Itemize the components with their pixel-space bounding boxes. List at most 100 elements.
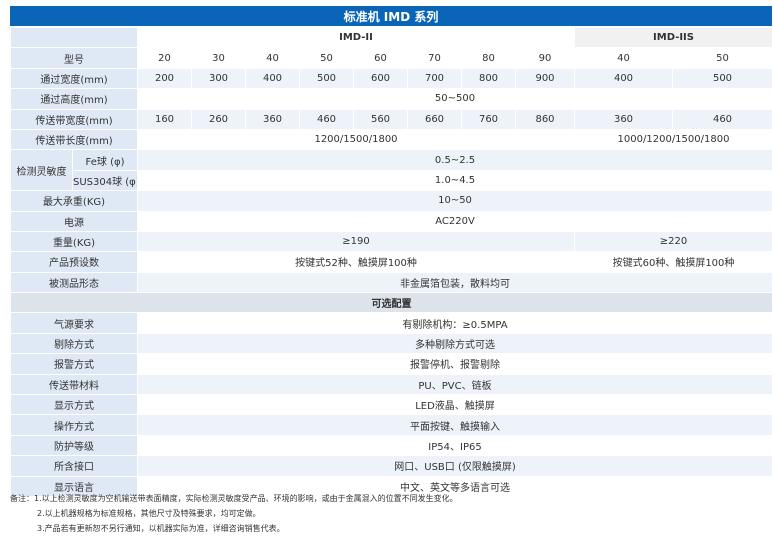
row-sensitivity-fe: 检测灵敏度 Fe球 (φ) 0.5~2.5 bbox=[10, 149, 773, 192]
cell-value: 400 bbox=[245, 67, 300, 90]
cell-value: 1.0~4.5 bbox=[136, 169, 773, 192]
option-row: 防护等级 IP54、IP65 bbox=[10, 434, 773, 457]
row-presets: 产品预设数 按键式52种、触摸屏100种 按键式60种、触摸屏100种 bbox=[10, 251, 773, 273]
footnote: 3.产品若有更新恕不另行通知，以机器实际为准，详细咨询销售代表。 bbox=[37, 524, 285, 533]
cell-value: 760 bbox=[461, 108, 516, 130]
cell-value: 260 bbox=[191, 108, 246, 130]
cell-value: 700 bbox=[407, 67, 462, 90]
cell-value: 460 bbox=[299, 108, 354, 130]
cell-value: 20 bbox=[137, 47, 192, 69]
cell-value: 660 bbox=[407, 108, 462, 130]
cell-value: 按键式60种、触摸屏100种 bbox=[573, 251, 773, 273]
footnote: 2.以上机器规格为标准规格，其他尺寸及特殊要求，均可定做。 bbox=[37, 509, 261, 518]
cell-value: ≥220 bbox=[573, 230, 773, 253]
group-header-blank bbox=[10, 26, 138, 49]
option-label: 防护等级 bbox=[10, 434, 138, 457]
cell-value: AC220V bbox=[136, 210, 773, 232]
cell-value: 70 bbox=[407, 47, 462, 69]
option-value: 报警停机、报警剔除 bbox=[136, 353, 773, 375]
row-product-form: 被测品形态 非金属箔包装，散料均可 bbox=[10, 271, 773, 294]
cell-value: 860 bbox=[515, 108, 575, 130]
option-row: 所含接口 网口、USB口 (仅限触摸屏) bbox=[10, 455, 773, 477]
option-label: 剔除方式 bbox=[10, 332, 138, 355]
option-value: 有剔除机构：≥0.5MPA bbox=[136, 312, 773, 334]
footnotes: 备注：1.以上检测灵敏度为空机输送带表面精度，实际检测灵敏度受产品、环境的影响，… bbox=[10, 491, 770, 536]
cell-value: 90 bbox=[515, 47, 575, 69]
row-weight: 重量(KG) ≥190 ≥220 bbox=[10, 230, 773, 253]
group-imd-iis: IMD-IIS bbox=[573, 26, 773, 49]
row-label: 最大承重(KG) bbox=[10, 190, 138, 212]
cell-value: 0.5~2.5 bbox=[136, 149, 773, 171]
cell-value: 500 bbox=[671, 67, 773, 90]
row-belt-length: 传送带长度(mm) 1200/1500/1800 1000/1200/1500/… bbox=[10, 128, 773, 151]
option-label: 操作方式 bbox=[10, 414, 138, 436]
cell-value: 60 bbox=[353, 47, 408, 69]
cell-value: 900 bbox=[515, 67, 575, 90]
cell-value: ≥190 bbox=[137, 230, 575, 253]
row-label: 通过宽度(mm) bbox=[10, 67, 138, 90]
row-sensitivity-sus: SUS304球 (φ) 1.0~4.5 bbox=[11, 169, 773, 192]
cell-value: 500 bbox=[299, 67, 354, 90]
option-label: 报警方式 bbox=[10, 353, 138, 375]
cell-value: 1200/1500/1800 bbox=[137, 128, 575, 151]
section-header: 可选配置 bbox=[9, 292, 773, 314]
cell-value: 50 bbox=[671, 47, 773, 69]
cell-value: 460 bbox=[671, 108, 773, 130]
option-value: 平面按键、触摸输入 bbox=[136, 414, 773, 436]
table-title: 标准机 IMD 系列 bbox=[10, 6, 772, 26]
cell-value: 600 bbox=[353, 67, 408, 90]
row-pass-height: 通过高度(mm) 50~500 bbox=[10, 88, 773, 110]
cell-value: 200 bbox=[137, 67, 192, 90]
cell-value: 按键式52种、触摸屏100种 bbox=[137, 251, 575, 273]
cell-value: 160 bbox=[137, 108, 192, 130]
row-label: 通过高度(mm) bbox=[10, 88, 138, 110]
cell-value: 50~500 bbox=[136, 88, 773, 110]
option-value: 多种剔除方式可选 bbox=[136, 332, 773, 355]
option-row: 剔除方式 多种剔除方式可选 bbox=[10, 332, 773, 355]
row-pass-width: 通过宽度(mm) 200 300 400 500 600 700 800 900… bbox=[10, 67, 773, 90]
option-label: 气源要求 bbox=[10, 312, 138, 334]
spec-table: IMD-II IMD-IIS 型号 20 30 40 50 60 70 80 9… bbox=[9, 26, 773, 497]
option-row: 报警方式 报警停机、报警剔除 bbox=[10, 353, 773, 375]
sub-label: SUS304球 (φ) bbox=[72, 169, 138, 192]
option-row: 操作方式 平面按键、触摸输入 bbox=[10, 414, 773, 436]
cell-value: 40 bbox=[245, 47, 300, 69]
cell-value: 300 bbox=[191, 67, 246, 90]
group-header-row: IMD-II IMD-IIS bbox=[10, 26, 773, 49]
option-label: 所含接口 bbox=[10, 455, 138, 477]
option-label: 传送带材料 bbox=[10, 373, 138, 396]
cell-value: 80 bbox=[461, 47, 516, 69]
row-label: 被测品形态 bbox=[10, 271, 138, 294]
cell-value: 30 bbox=[191, 47, 246, 69]
cell-value: 560 bbox=[353, 108, 408, 130]
cell-value: 400 bbox=[574, 67, 673, 90]
group-imd-ii: IMD-II bbox=[137, 26, 575, 49]
cell-value: 360 bbox=[245, 108, 300, 130]
option-value: PU、PVC、链板 bbox=[136, 373, 773, 396]
row-label: 重量(KG) bbox=[10, 230, 138, 253]
option-label: 显示方式 bbox=[10, 394, 138, 416]
option-row: 传送带材料 PU、PVC、链板 bbox=[10, 373, 773, 396]
row-power: 电源 AC220V bbox=[10, 210, 773, 232]
row-belt-width: 传送带宽度(mm) 160 260 360 460 560 660 760 86… bbox=[10, 108, 773, 130]
row-label: 型号 bbox=[10, 47, 138, 69]
row-model: 型号 20 30 40 50 60 70 80 90 40 50 bbox=[10, 47, 773, 69]
row-label: 传送带宽度(mm) bbox=[10, 108, 138, 130]
cell-value: 1000/1200/1500/1800 bbox=[573, 128, 773, 151]
row-label: 产品预设数 bbox=[10, 251, 138, 273]
option-row: 气源要求 有剔除机构：≥0.5MPA bbox=[10, 312, 773, 334]
option-value: LED液晶、触摸屏 bbox=[136, 394, 773, 416]
row-label: 电源 bbox=[10, 210, 138, 232]
sub-label: Fe球 (φ) bbox=[72, 149, 138, 171]
options-header-row: 可选配置 bbox=[9, 292, 773, 314]
cell-value: 非金属箔包装，散料均可 bbox=[136, 271, 773, 294]
footnote: 备注：1.以上检测灵敏度为空机输送带表面精度，实际检测灵敏度受产品、环境的影响，… bbox=[10, 494, 458, 503]
cell-value: 50 bbox=[299, 47, 354, 69]
option-value: 网口、USB口 (仅限触摸屏) bbox=[136, 455, 773, 477]
cell-value: 360 bbox=[574, 108, 673, 130]
row-label: 传送带长度(mm) bbox=[10, 128, 138, 151]
option-row: 显示方式 LED液晶、触摸屏 bbox=[10, 394, 773, 416]
cell-value: 40 bbox=[574, 47, 673, 69]
row-max-load: 最大承重(KG) 10~50 bbox=[10, 190, 773, 212]
option-value: IP54、IP65 bbox=[136, 434, 773, 457]
